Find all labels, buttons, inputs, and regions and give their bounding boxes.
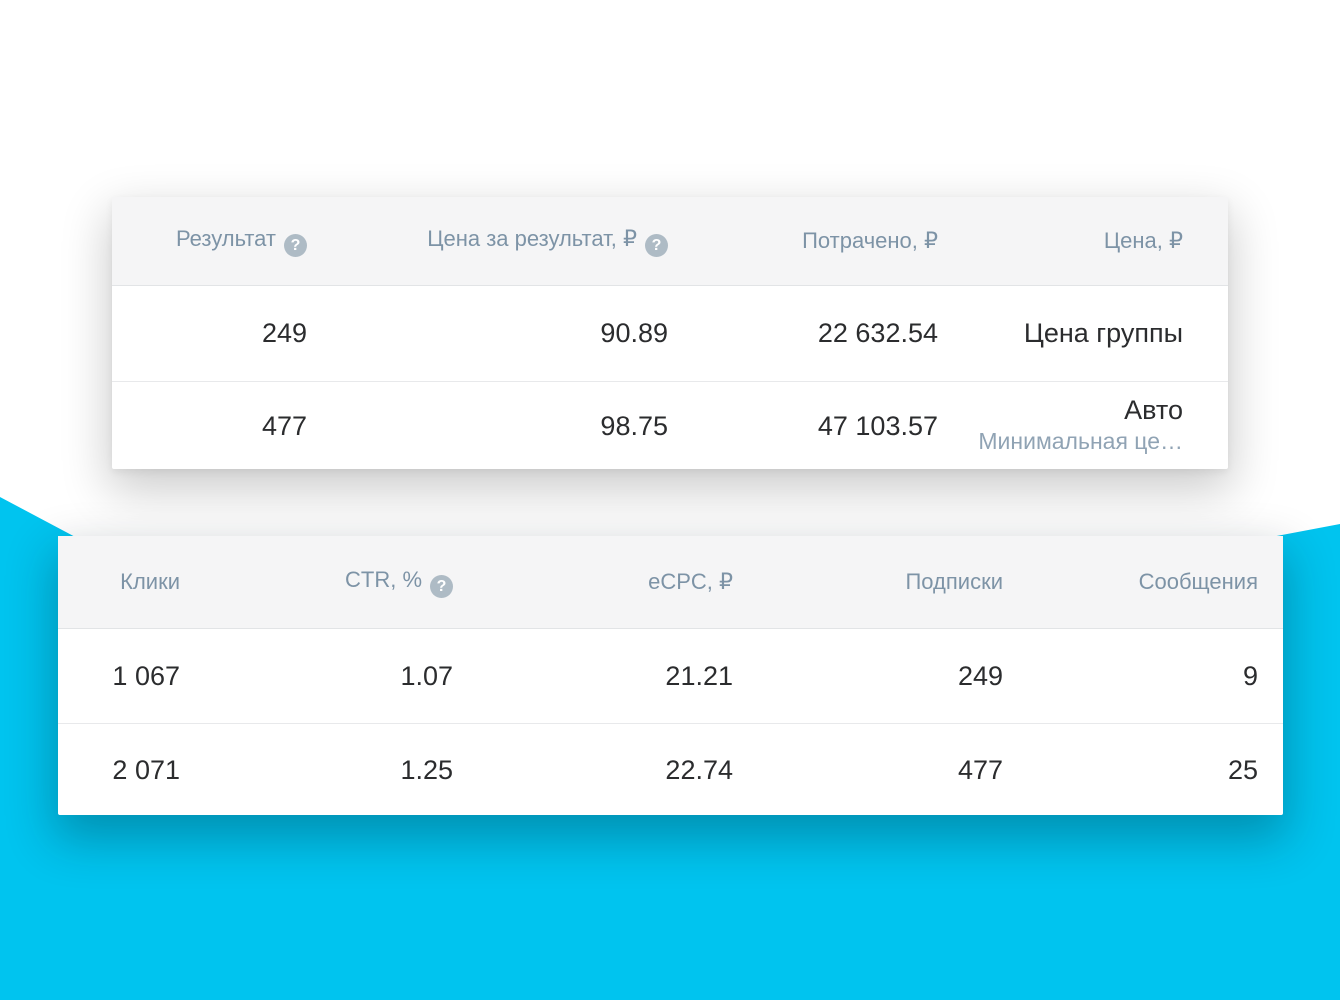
- clicks-value: 1 067: [112, 660, 180, 691]
- column-header-subscriptions: Подписки: [733, 536, 1003, 629]
- column-header-clicks: Клики: [58, 536, 180, 629]
- column-header-ctr: CTR, %?: [180, 536, 453, 629]
- cyan-diagonal-background: [0, 497, 1340, 1000]
- ctr-value: 1.25: [180, 723, 453, 816]
- column-header-subscriptions-label: Подписки: [905, 569, 1003, 594]
- clicks-table-header-row: Клики CTR, %? eCPC, ₽ Подписки Сообщения: [58, 536, 1283, 629]
- subscriptions-value: 477: [733, 723, 1003, 816]
- ctr-value: 1.07: [400, 660, 453, 691]
- column-header-cost-per-result: Цена за результат, ₽?: [307, 197, 668, 286]
- results-table: Результат? Цена за результат, ₽? Потраче…: [112, 197, 1228, 470]
- column-header-ecpc: eCPC, ₽: [453, 536, 733, 629]
- column-header-ecpc-label: eCPC, ₽: [648, 569, 733, 594]
- ecpc-value: 21.21: [665, 660, 733, 691]
- spent-value: 22 632.54: [817, 318, 938, 348]
- help-icon[interactable]: ?: [645, 233, 668, 257]
- column-header-spent-label: Потрачено, ₽: [802, 228, 938, 253]
- messages-value: 25: [1003, 723, 1283, 816]
- column-header-spent: Потрачено, ₽: [668, 197, 938, 286]
- subscriptions-value: 249: [957, 660, 1003, 691]
- results-stats-card: Результат? Цена за результат, ₽? Потраче…: [112, 197, 1228, 470]
- clicks-stats-card: Клики CTR, %? eCPC, ₽ Подписки Сообщения: [58, 536, 1283, 816]
- column-header-price: Цена, ₽: [938, 197, 1228, 286]
- table-row: 477 98.75 47 103.57 Авто Минимальная це…: [112, 381, 1228, 470]
- column-header-result-label: Результат: [175, 225, 276, 251]
- price-value: Авто Минимальная це…: [938, 381, 1228, 470]
- result-value: 249: [261, 318, 307, 348]
- column-header-result: Результат?: [112, 197, 307, 286]
- column-header-ctr-label: CTR, %: [345, 566, 422, 592]
- column-header-price-label: Цена, ₽: [1103, 228, 1183, 253]
- column-header-messages-label: Сообщения: [1138, 569, 1258, 594]
- cost-per-result-value: 98.75: [307, 381, 668, 470]
- page-background: Результат? Цена за результат, ₽? Потраче…: [0, 0, 1340, 1000]
- column-header-messages: Сообщения: [1003, 536, 1283, 629]
- clicks-table: Клики CTR, %? eCPC, ₽ Подписки Сообщения: [58, 536, 1283, 816]
- clicks-value: 2 071: [58, 723, 180, 816]
- price-strategy-truncated-label: Минимальная це…: [978, 428, 1183, 455]
- help-icon[interactable]: ?: [284, 233, 307, 257]
- cost-per-result-value: 90.89: [600, 318, 668, 348]
- table-row: 2 071 1.25 22.74 477 25: [58, 723, 1283, 816]
- price-value: Цена группы: [1023, 318, 1183, 348]
- ecpc-value: 22.74: [453, 723, 733, 816]
- column-header-cost-per-result-label: Цена за результат, ₽: [427, 225, 637, 251]
- price-mode-label: Авто: [1124, 395, 1183, 426]
- table-row: 1 067 1.07 21.21 249 9: [58, 629, 1283, 724]
- column-header-clicks-label: Клики: [120, 569, 180, 594]
- messages-value: 9: [1242, 660, 1258, 691]
- results-table-header-row: Результат? Цена за результат, ₽? Потраче…: [112, 197, 1228, 286]
- spent-value: 47 103.57: [668, 381, 938, 470]
- help-icon[interactable]: ?: [430, 574, 453, 598]
- table-row: 249 90.89 22 632.54 Цена группы: [112, 286, 1228, 382]
- result-value: 477: [112, 381, 307, 470]
